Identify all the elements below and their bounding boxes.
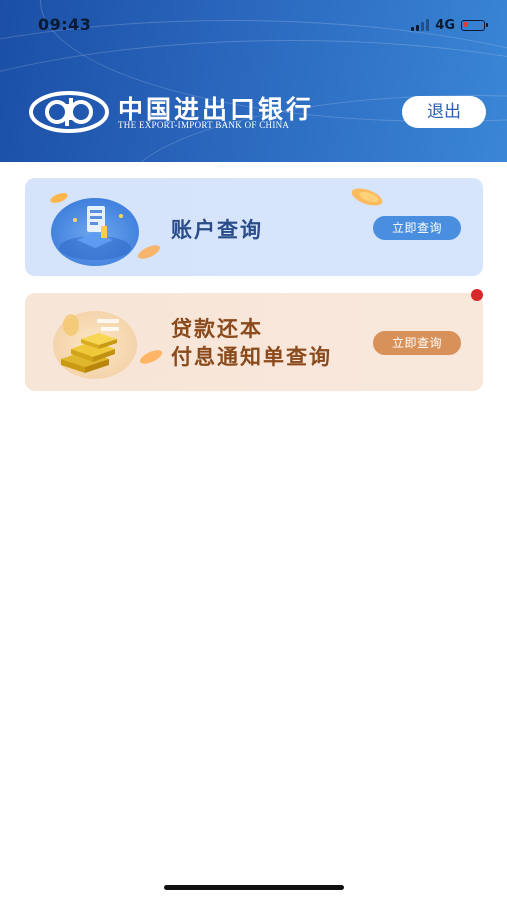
floating-coin-icon: [351, 188, 383, 206]
bank-name-en: THE EXPORT-IMPORT BANK OF CHINA: [118, 120, 290, 130]
loan-query-title-line1: 贷款还本: [171, 317, 263, 341]
account-query-card[interactable]: 账户查询 立即查询: [25, 178, 483, 276]
loan-notice-query-card[interactable]: 贷款还本 付息通知单查询 立即查询: [25, 289, 483, 391]
bank-logo-icon: [29, 91, 109, 133]
status-bar: 09:43 4G: [0, 0, 507, 50]
status-indicators: 4G: [411, 16, 488, 34]
loan-notice-query-button[interactable]: 立即查询: [373, 331, 461, 355]
account-query-button[interactable]: 立即查询: [373, 216, 461, 240]
logout-button[interactable]: 退出: [402, 96, 486, 128]
notification-dot: [471, 289, 483, 301]
battery-level: [463, 22, 468, 27]
account-query-title: 账户查询: [171, 218, 263, 242]
gold-bars-illustration-icon: [53, 311, 163, 379]
signal-strength-icon: [411, 19, 430, 31]
loan-query-title-line2: 付息通知单查询: [171, 345, 332, 369]
status-time: 09:43: [38, 15, 92, 34]
battery-icon: [461, 19, 488, 31]
home-indicator[interactable]: [164, 885, 344, 890]
app-header: 09:43 4G 中国进出口银行 THE EXPORT-IMPORT BANK …: [0, 0, 507, 162]
account-query-illustration-icon: [50, 193, 161, 266]
network-type: 4G: [435, 17, 455, 33]
